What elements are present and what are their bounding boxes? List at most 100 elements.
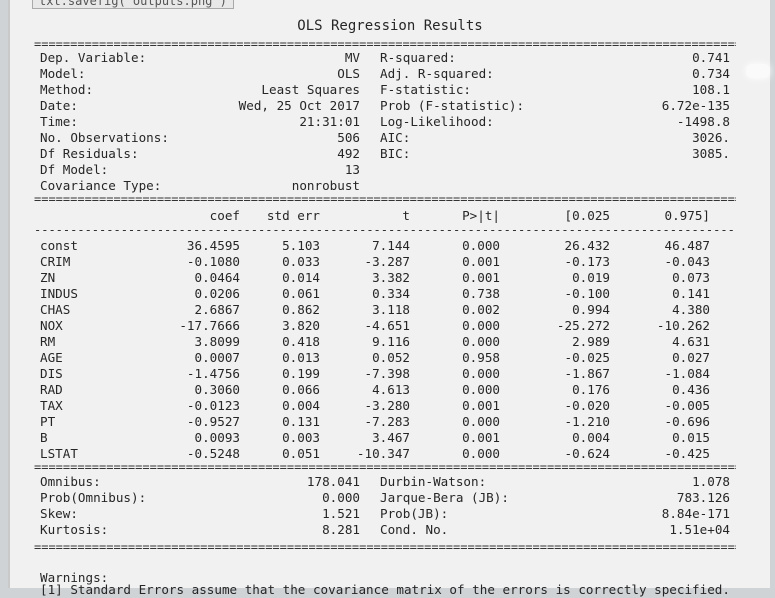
table-cell: 0.000 <box>462 366 500 381</box>
table-cell: 0.061 <box>282 286 320 301</box>
row-label: DIS <box>40 366 63 381</box>
table-cell: 0.004 <box>572 430 610 445</box>
row-label: const <box>40 238 78 253</box>
summary-label: No. Observations: <box>40 130 169 145</box>
summary-value: 3085. <box>692 146 730 161</box>
table-cell: 0.052 <box>372 350 410 365</box>
table-cell: -17.7666 <box>179 318 240 333</box>
summary-label: Log-Likelihood: <box>380 114 494 129</box>
summary-value: 108.1 <box>692 82 730 97</box>
summary-value: 3026. <box>692 130 730 145</box>
table-cell: 0.0464 <box>194 270 241 285</box>
column-header: P>|t| <box>462 208 500 223</box>
row-label: B <box>40 430 48 445</box>
summary-label: AIC: <box>380 130 411 145</box>
diagnostic-label: Prob(JB): <box>380 506 449 521</box>
table-cell: 0.073 <box>672 270 710 285</box>
table-cell: -0.043 <box>664 254 711 269</box>
table-cell: -0.005 <box>664 398 711 413</box>
row-label: NOX <box>40 318 63 333</box>
diagnostic-value: 178.041 <box>306 474 360 489</box>
row-label: ZN <box>40 270 56 285</box>
table-cell: 3.118 <box>372 302 410 317</box>
table-cell: 3.820 <box>282 318 320 333</box>
table-cell: 0.131 <box>282 414 320 429</box>
table-cell: 0.738 <box>462 286 500 301</box>
table-cell: 0.000 <box>462 318 500 333</box>
diagnostic-value: 1.521 <box>322 506 360 521</box>
summary-value: nonrobust <box>291 178 360 193</box>
summary-label: Dep. Variable: <box>40 50 147 65</box>
diagnostic-label: Jarque-Bera (JB): <box>380 490 509 505</box>
column-header: 0.975] <box>664 208 711 223</box>
summary-value: 0.734 <box>692 66 730 81</box>
table-cell: 0.015 <box>672 430 710 445</box>
summary-label: Df Residuals: <box>40 146 139 161</box>
table-cell: -1.867 <box>564 366 611 381</box>
table-cell: -1.084 <box>664 366 711 381</box>
summary-label: Df Model: <box>40 162 109 177</box>
table-cell: 0.3060 <box>194 382 241 397</box>
summary-value: 13 <box>344 162 360 177</box>
table-cell: 0.0206 <box>194 286 241 301</box>
summary-value: 492 <box>337 146 360 161</box>
table-cell: 26.432 <box>564 238 611 253</box>
summary-label: R-squared: <box>380 50 456 65</box>
table-cell: 0.000 <box>462 414 500 429</box>
table-cell: -0.624 <box>564 446 611 461</box>
double-rule: ========================================… <box>34 195 736 203</box>
row-label: PT <box>40 414 56 429</box>
table-cell: 0.0007 <box>194 350 241 365</box>
table-cell: -1.4756 <box>186 366 240 381</box>
summary-label: Prob (F-statistic): <box>380 98 525 113</box>
table-cell: -7.283 <box>364 414 411 429</box>
table-cell: 0.000 <box>462 446 500 461</box>
table-cell: 36.4595 <box>186 238 240 253</box>
table-cell: -0.1080 <box>186 254 240 269</box>
summary-value: Least Squares <box>261 82 360 97</box>
double-rule: ========================================… <box>34 40 736 48</box>
summary-label: Adj. R-squared: <box>380 66 494 81</box>
column-header: std err <box>266 208 320 223</box>
table-cell: 0.000 <box>462 382 500 397</box>
diagnostic-value: 8.84e-171 <box>661 506 730 521</box>
table-cell: -25.272 <box>556 318 610 333</box>
summary-label: Method: <box>40 82 94 97</box>
table-cell: 0.199 <box>282 366 320 381</box>
table-cell: 7.144 <box>372 238 410 253</box>
table-cell: -0.425 <box>664 446 711 461</box>
summary-value: 21:31:01 <box>299 114 360 129</box>
table-cell: 0.000 <box>462 238 500 253</box>
summary-value: OLS <box>337 66 360 81</box>
diagnostic-label: Skew: <box>40 506 78 521</box>
row-label: CHAS <box>40 302 71 317</box>
table-cell: 2.989 <box>572 334 610 349</box>
summary-value: 506 <box>337 130 360 145</box>
table-cell: 0.994 <box>572 302 610 317</box>
table-cell: 0.066 <box>282 382 320 397</box>
table-cell: 3.8099 <box>194 334 241 349</box>
summary-value: MV <box>344 50 360 65</box>
screen-glare <box>746 64 770 78</box>
table-cell: -4.651 <box>364 318 411 333</box>
row-label: RM <box>40 334 56 349</box>
table-cell: 3.467 <box>372 430 410 445</box>
diagnostic-value: 783.126 <box>676 490 730 505</box>
table-cell: -0.020 <box>564 398 611 413</box>
column-header: coef <box>209 208 240 223</box>
table-cell: 0.001 <box>462 254 500 269</box>
row-label: TAX <box>40 398 63 413</box>
row-label: INDUS <box>40 286 78 301</box>
table-cell: -7.398 <box>364 366 411 381</box>
diagnostic-value: 1.51e+04 <box>669 522 730 537</box>
table-cell: 46.487 <box>664 238 711 253</box>
table-cell: 0.033 <box>282 254 320 269</box>
diagnostic-label: Kurtosis: <box>40 522 109 537</box>
diagnostic-label: Prob(Omnibus): <box>40 490 147 505</box>
table-cell: 0.014 <box>282 270 320 285</box>
table-cell: 4.613 <box>372 382 410 397</box>
table-cell: -10.347 <box>356 446 410 461</box>
table-cell: 3.382 <box>372 270 410 285</box>
table-cell: -0.100 <box>564 286 611 301</box>
table-cell: 0.418 <box>282 334 320 349</box>
